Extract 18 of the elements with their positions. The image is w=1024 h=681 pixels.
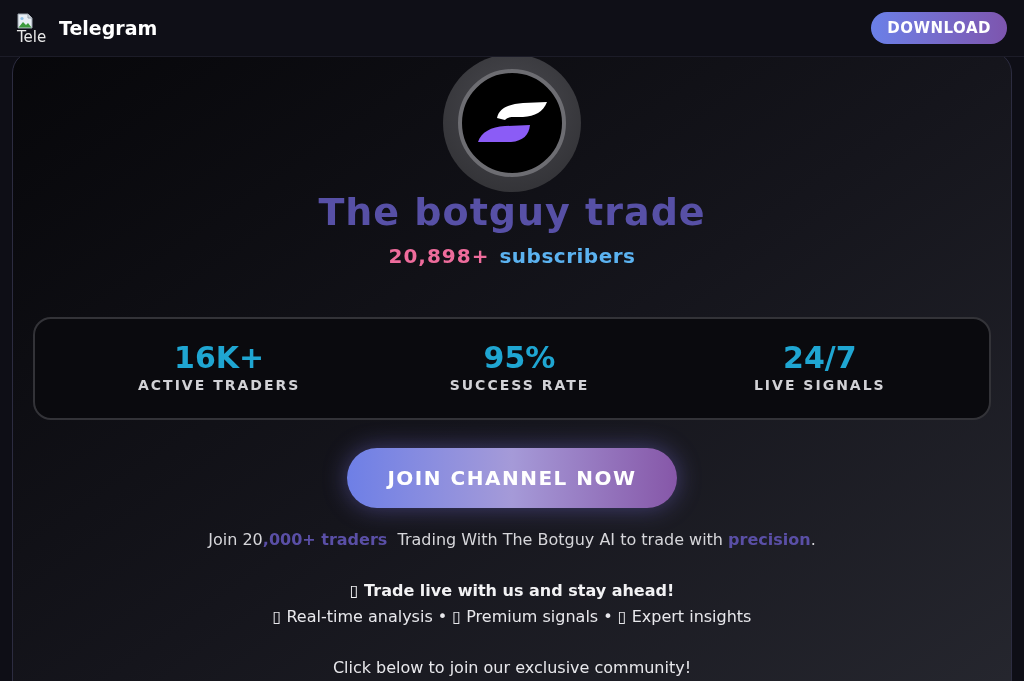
cta-text: Click below to join our exclusive community! <box>332 656 692 679</box>
app-title: Telegram <box>59 15 158 41</box>
stat-label: ACTIVE TRADERS <box>138 376 301 394</box>
description-text: Join 20,000+ traders Trading With The Botguy AI to trade with precision. <box>208 529 816 551</box>
channel-name: The botguy trade <box>318 190 706 234</box>
join-channel-button[interactable]: JOIN CHANNEL NOW <box>347 448 677 508</box>
stat-value: 95% <box>483 340 556 376</box>
tagline-text: ▯ Trade live with us and stay ahead! <box>349 580 675 602</box>
stat-label: SUCCESS RATE <box>449 376 590 394</box>
stat-value: 16K+ <box>174 340 265 376</box>
subscriber-count: 20,898+ <box>388 243 490 270</box>
stat-value: 24/7 <box>783 340 857 376</box>
broken-image-icon <box>17 12 33 29</box>
features-text: ▯ Real-time analysis • ▯ Premium signals • ▯ Expert insights <box>272 605 752 628</box>
download-button[interactable]: DOWNLOAD <box>871 12 1007 44</box>
stat-label: LIVE SIGNALS <box>753 376 886 394</box>
logo-alt-text: Tele <box>17 28 47 45</box>
subscriber-label: subscribers <box>499 243 636 270</box>
